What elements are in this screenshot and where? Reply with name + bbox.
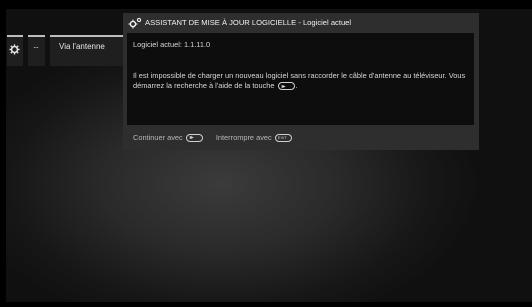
tv-screen: ··· Via l'antenne ASSISTANT DE MISE À JO… — [6, 9, 532, 302]
settings-tile[interactable] — [7, 35, 23, 66]
message-end: . — [295, 81, 298, 90]
more-tile[interactable]: ··· — [28, 35, 45, 66]
gears-icon — [128, 17, 142, 29]
dialog-footer: Continuer avec ▸▸ Interrompre avec EXIT — [133, 133, 293, 143]
via-antenna-label: Via l'antenne — [59, 42, 105, 51]
interrupt-hint[interactable]: Interrompre avec EXIT — [215, 133, 293, 143]
dialog-header: ASSISTANT DE MISE À JOUR LOGICIELLE - Lo… — [123, 13, 479, 33]
dialog-title: ASSISTANT DE MISE À JOUR LOGICIELLE - Lo… — [145, 18, 352, 27]
current-version: Logiciel actuel: 1.1.11.0 — [133, 40, 211, 49]
fast-forward-key-icon: ▸▸ — [185, 134, 203, 143]
message-text: Il est impossible de charger un nouveau … — [133, 71, 466, 90]
dialog-message: Il est impossible de charger un nouveau … — [133, 71, 468, 91]
gear-icon — [9, 44, 20, 55]
dialog-body: Logiciel actuel: 1.1.11.0 Il est impossi… — [127, 33, 474, 125]
continue-label: Continuer avec — [133, 133, 183, 142]
interrupt-label: Interrompre avec — [215, 133, 272, 142]
via-antenna-tile[interactable]: Via l'antenne — [50, 35, 127, 66]
continue-hint[interactable]: Continuer avec ▸▸ — [133, 133, 206, 143]
software-update-dialog: ASSISTANT DE MISE À JOUR LOGICIELLE - Lo… — [123, 13, 479, 150]
more-label: ··· — [33, 43, 39, 52]
fast-forward-key-icon: ▸▸ — [277, 82, 295, 91]
exit-key-icon: EXIT — [274, 134, 292, 143]
